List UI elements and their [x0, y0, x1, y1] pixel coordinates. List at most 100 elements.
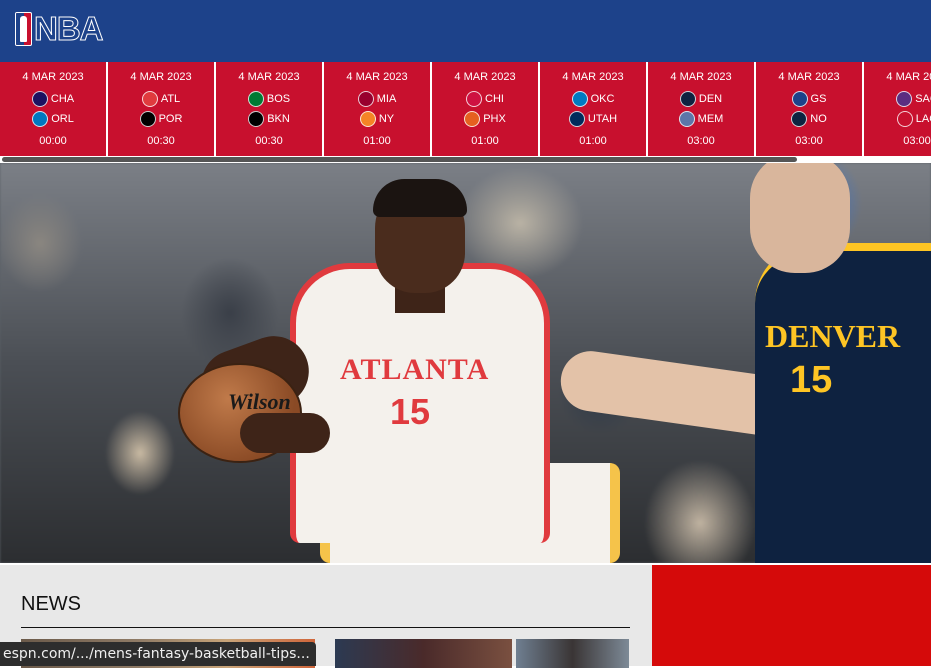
news-divider — [21, 627, 630, 628]
game-time: 03:00 — [864, 135, 931, 147]
team-away: BOS — [216, 90, 322, 108]
team-abbr: NO — [810, 113, 827, 125]
team-abbr: CHA — [51, 93, 74, 105]
team-logo-icon — [142, 91, 158, 107]
ad-banner[interactable] — [652, 565, 931, 666]
site-header: NBA — [0, 0, 931, 62]
denver-jersey-text: DENVER — [765, 318, 900, 355]
team-logo-icon — [679, 111, 695, 127]
game-card[interactable]: 4 MAR 2023 ATL POR 00:30 — [108, 62, 214, 156]
team-logo-icon — [248, 91, 264, 107]
team-away: SAC — [864, 90, 931, 108]
team-away: CHA — [0, 90, 106, 108]
team-home: POR — [108, 110, 214, 128]
team-abbr: MIA — [377, 93, 397, 105]
team-logo-icon — [464, 111, 480, 127]
game-date: 4 MAR 2023 — [648, 71, 754, 83]
team-logo-icon — [358, 91, 374, 107]
team-abbr: GS — [811, 93, 827, 105]
team-away: OKC — [540, 90, 646, 108]
team-logo-icon — [32, 91, 48, 107]
nba-logo[interactable]: NBA — [15, 12, 95, 48]
game-time: 01:00 — [540, 135, 646, 147]
game-card[interactable]: 4 MAR 2023 CHA ORL 00:00 — [0, 62, 106, 156]
game-card[interactable]: 4 MAR 2023 BOS BKN 00:30 — [216, 62, 322, 156]
team-logo-icon — [32, 111, 48, 127]
team-away: ATL — [108, 90, 214, 108]
team-abbr: POR — [159, 113, 183, 125]
denver-jersey-number: 15 — [790, 359, 832, 402]
nba-logo-text: NBA — [34, 9, 103, 49]
team-logo-icon — [140, 111, 156, 127]
team-logo-icon — [466, 91, 482, 107]
team-abbr: MEM — [698, 113, 724, 125]
ball-brand: Wilson — [228, 389, 291, 415]
game-date: 4 MAR 2023 — [756, 71, 862, 83]
news-thumbnail[interactable] — [335, 639, 512, 668]
team-logo-icon — [791, 111, 807, 127]
status-bar-url: espn.com/.../mens-fantasy-basketball-tip… — [0, 642, 316, 666]
game-date: 4 MAR 2023 — [324, 71, 430, 83]
team-abbr: LAC — [916, 113, 931, 125]
team-home: NO — [756, 110, 862, 128]
team-abbr: BOS — [267, 93, 290, 105]
team-away: GS — [756, 90, 862, 108]
team-abbr: OKC — [591, 93, 615, 105]
team-home: ORL — [0, 110, 106, 128]
team-home: MEM — [648, 110, 754, 128]
game-time: 00:00 — [0, 135, 106, 147]
news-thumbnail[interactable] — [516, 639, 629, 668]
game-card[interactable]: 4 MAR 2023 DEN MEM 03:00 — [648, 62, 754, 156]
game-date: 4 MAR 2023 — [540, 71, 646, 83]
game-time: 03:00 — [648, 135, 754, 147]
game-date: 4 MAR 2023 — [108, 71, 214, 83]
game-time: 00:30 — [108, 135, 214, 147]
team-home: BKN — [216, 110, 322, 128]
game-time: 03:00 — [756, 135, 862, 147]
team-abbr: SAC — [915, 93, 931, 105]
team-away: DEN — [648, 90, 754, 108]
game-date: 4 MAR 2023 — [864, 71, 931, 83]
scrollbar-thumb[interactable] — [2, 157, 797, 162]
team-abbr: UTAH — [588, 113, 617, 125]
game-date: 4 MAR 2023 — [432, 71, 538, 83]
team-abbr: DEN — [699, 93, 722, 105]
game-date: 4 MAR 2023 — [0, 71, 106, 83]
team-logo-icon — [569, 111, 585, 127]
team-logo-icon — [680, 91, 696, 107]
game-card[interactable]: 4 MAR 2023 GS NO 03:00 — [756, 62, 862, 156]
team-logo-icon — [248, 111, 264, 127]
team-abbr: NY — [379, 113, 394, 125]
game-card[interactable]: 4 MAR 2023 SAC LAC 03:00 — [864, 62, 931, 156]
news-title: NEWS — [21, 593, 81, 615]
game-date: 4 MAR 2023 — [216, 71, 322, 83]
game-card[interactable]: 4 MAR 2023 MIA NY 01:00 — [324, 62, 430, 156]
scoreboard-strip[interactable]: 4 MAR 2023 CHA ORL 00:00 4 MAR 2023 ATL POR 00:… — [0, 62, 931, 156]
hero-image[interactable]: DENVER 15 ATLANTA 15 Wilson — [0, 163, 931, 563]
game-time: 01:00 — [324, 135, 430, 147]
team-away: CHI — [432, 90, 538, 108]
game-time: 00:30 — [216, 135, 322, 147]
team-home: LAC — [864, 110, 931, 128]
team-home: NY — [324, 110, 430, 128]
team-abbr: CHI — [485, 93, 504, 105]
nba-logo-icon — [15, 12, 32, 46]
team-logo-icon — [792, 91, 808, 107]
scoreboard-scrollbar[interactable] — [0, 156, 931, 163]
team-abbr: PHX — [483, 113, 506, 125]
team-logo-icon — [360, 111, 376, 127]
team-abbr: ORL — [51, 113, 74, 125]
atlanta-jersey-number: 15 — [390, 391, 430, 433]
team-away: MIA — [324, 90, 430, 108]
team-logo-icon — [897, 111, 913, 127]
atlanta-jersey-text: ATLANTA — [340, 353, 489, 387]
game-card[interactable]: 4 MAR 2023 CHI PHX 01:00 — [432, 62, 538, 156]
team-logo-icon — [572, 91, 588, 107]
team-home: UTAH — [540, 110, 646, 128]
team-abbr: ATL — [161, 93, 180, 105]
game-time: 01:00 — [432, 135, 538, 147]
team-abbr: BKN — [267, 113, 290, 125]
team-logo-icon — [896, 91, 912, 107]
game-card[interactable]: 4 MAR 2023 OKC UTAH 01:00 — [540, 62, 646, 156]
player-denver — [755, 243, 931, 563]
